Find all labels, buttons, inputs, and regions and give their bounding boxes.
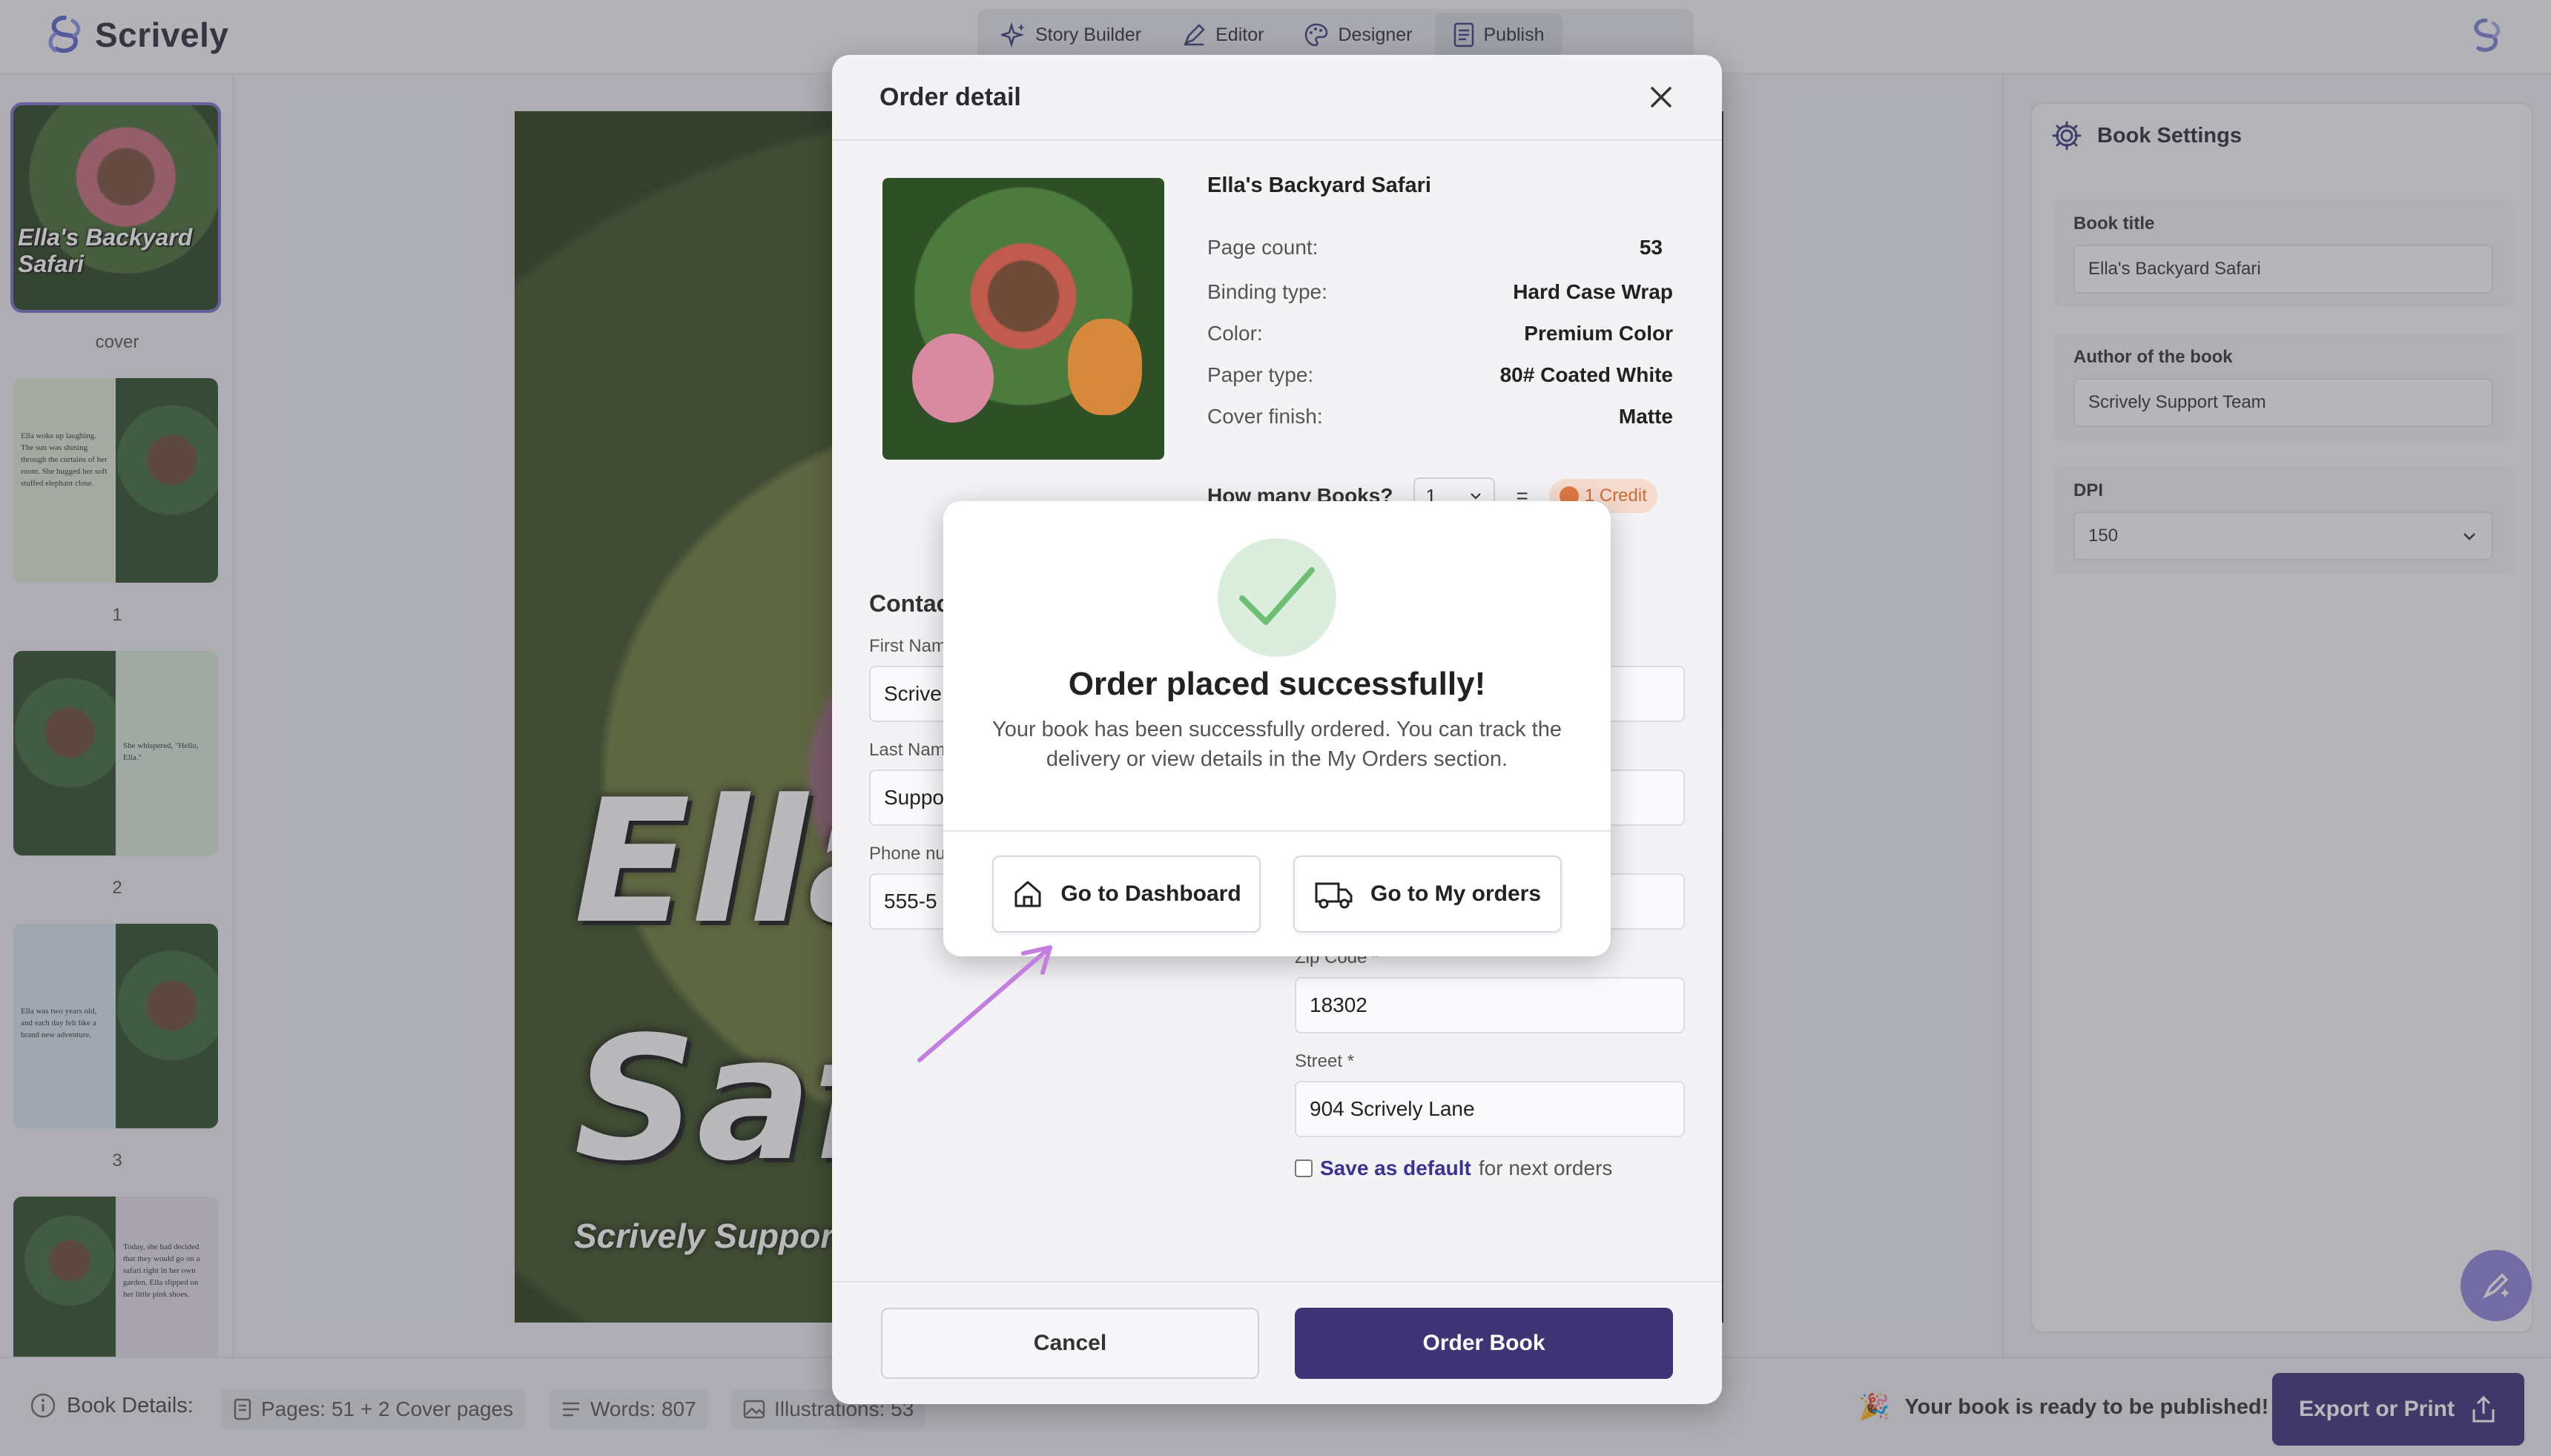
phone-value: 555-5 [884,890,937,913]
truck-icon [1315,882,1353,909]
orders-label: Go to My orders [1370,881,1542,906]
last-name-label: Last Nam [869,740,946,760]
checkbox-box[interactable] [1295,1159,1313,1177]
spec-binding: Binding type: Hard Case Wrap [1207,280,1673,304]
success-divider [943,830,1611,832]
street-value: 904 Scrively Lane [1310,1097,1475,1120]
go-to-my-orders-button[interactable]: Go to My orders [1293,856,1562,933]
zip-field[interactable]: 18302 [1295,977,1685,1033]
spec-value: Premium Color [1524,322,1673,345]
spec-key: Paper type: [1207,363,1314,386]
order-modal-header: Order detail [832,55,1722,141]
street-field[interactable]: 904 Scrively Lane [1295,1081,1685,1137]
first-name-label: First Nam [869,636,946,656]
contact-section-title: Contac [869,590,950,617]
footer-divider [832,1281,1722,1283]
cancel-button[interactable]: Cancel [881,1308,1259,1379]
dashboard-label: Go to Dashboard [1060,881,1241,906]
spec-value: 53 [1639,236,1663,259]
spec-key: Color: [1207,322,1263,345]
spec-color: Color: Premium Color [1207,322,1673,345]
book-cover-image [882,178,1164,460]
spec-value: Matte [1618,405,1673,428]
home-icon [1014,881,1041,907]
save-default-suffix: for next orders [1478,1156,1613,1179]
checkmark-icon [1239,567,1315,625]
order-book-name: Ella's Backyard Safari [1207,173,1431,197]
spec-key: Binding type: [1207,280,1327,303]
close-icon[interactable] [1648,84,1674,110]
spec-value: Hard Case Wrap [1513,280,1673,303]
zip-value: 18302 [1310,993,1367,1016]
order-book-button[interactable]: Order Book [1295,1308,1673,1379]
street-label: Street * [1295,1051,1355,1071]
success-title: Order placed successfully! [1068,666,1486,702]
go-to-dashboard-button[interactable]: Go to Dashboard [992,856,1261,933]
elephant-shape [912,334,994,423]
first-name-value: Scrive [884,682,942,705]
spec-cover-finish: Cover finish: Matte [1207,405,1673,428]
spec-key: Cover finish: [1207,405,1323,428]
success-message: Your book has been successfully ordered.… [992,718,1562,771]
save-default-label: Save as default [1320,1156,1471,1179]
spec-paper: Paper type: 80# Coated White [1207,363,1673,387]
phone-label: Phone nu [869,844,946,864]
save-default-checkbox[interactable]: Save as default for next orders [1295,1156,1612,1180]
spec-page-count: Page count: 53 [1207,236,1673,259]
cat-shape [1068,319,1142,415]
pointer-arrow-icon [917,945,1052,1062]
last-name-value: Suppo [884,786,944,809]
spec-key: Page count: [1207,236,1319,259]
success-check-icon [1218,538,1336,657]
spec-value: 80# Coated White [1499,363,1673,386]
order-modal-title: Order detail [880,82,1021,111]
